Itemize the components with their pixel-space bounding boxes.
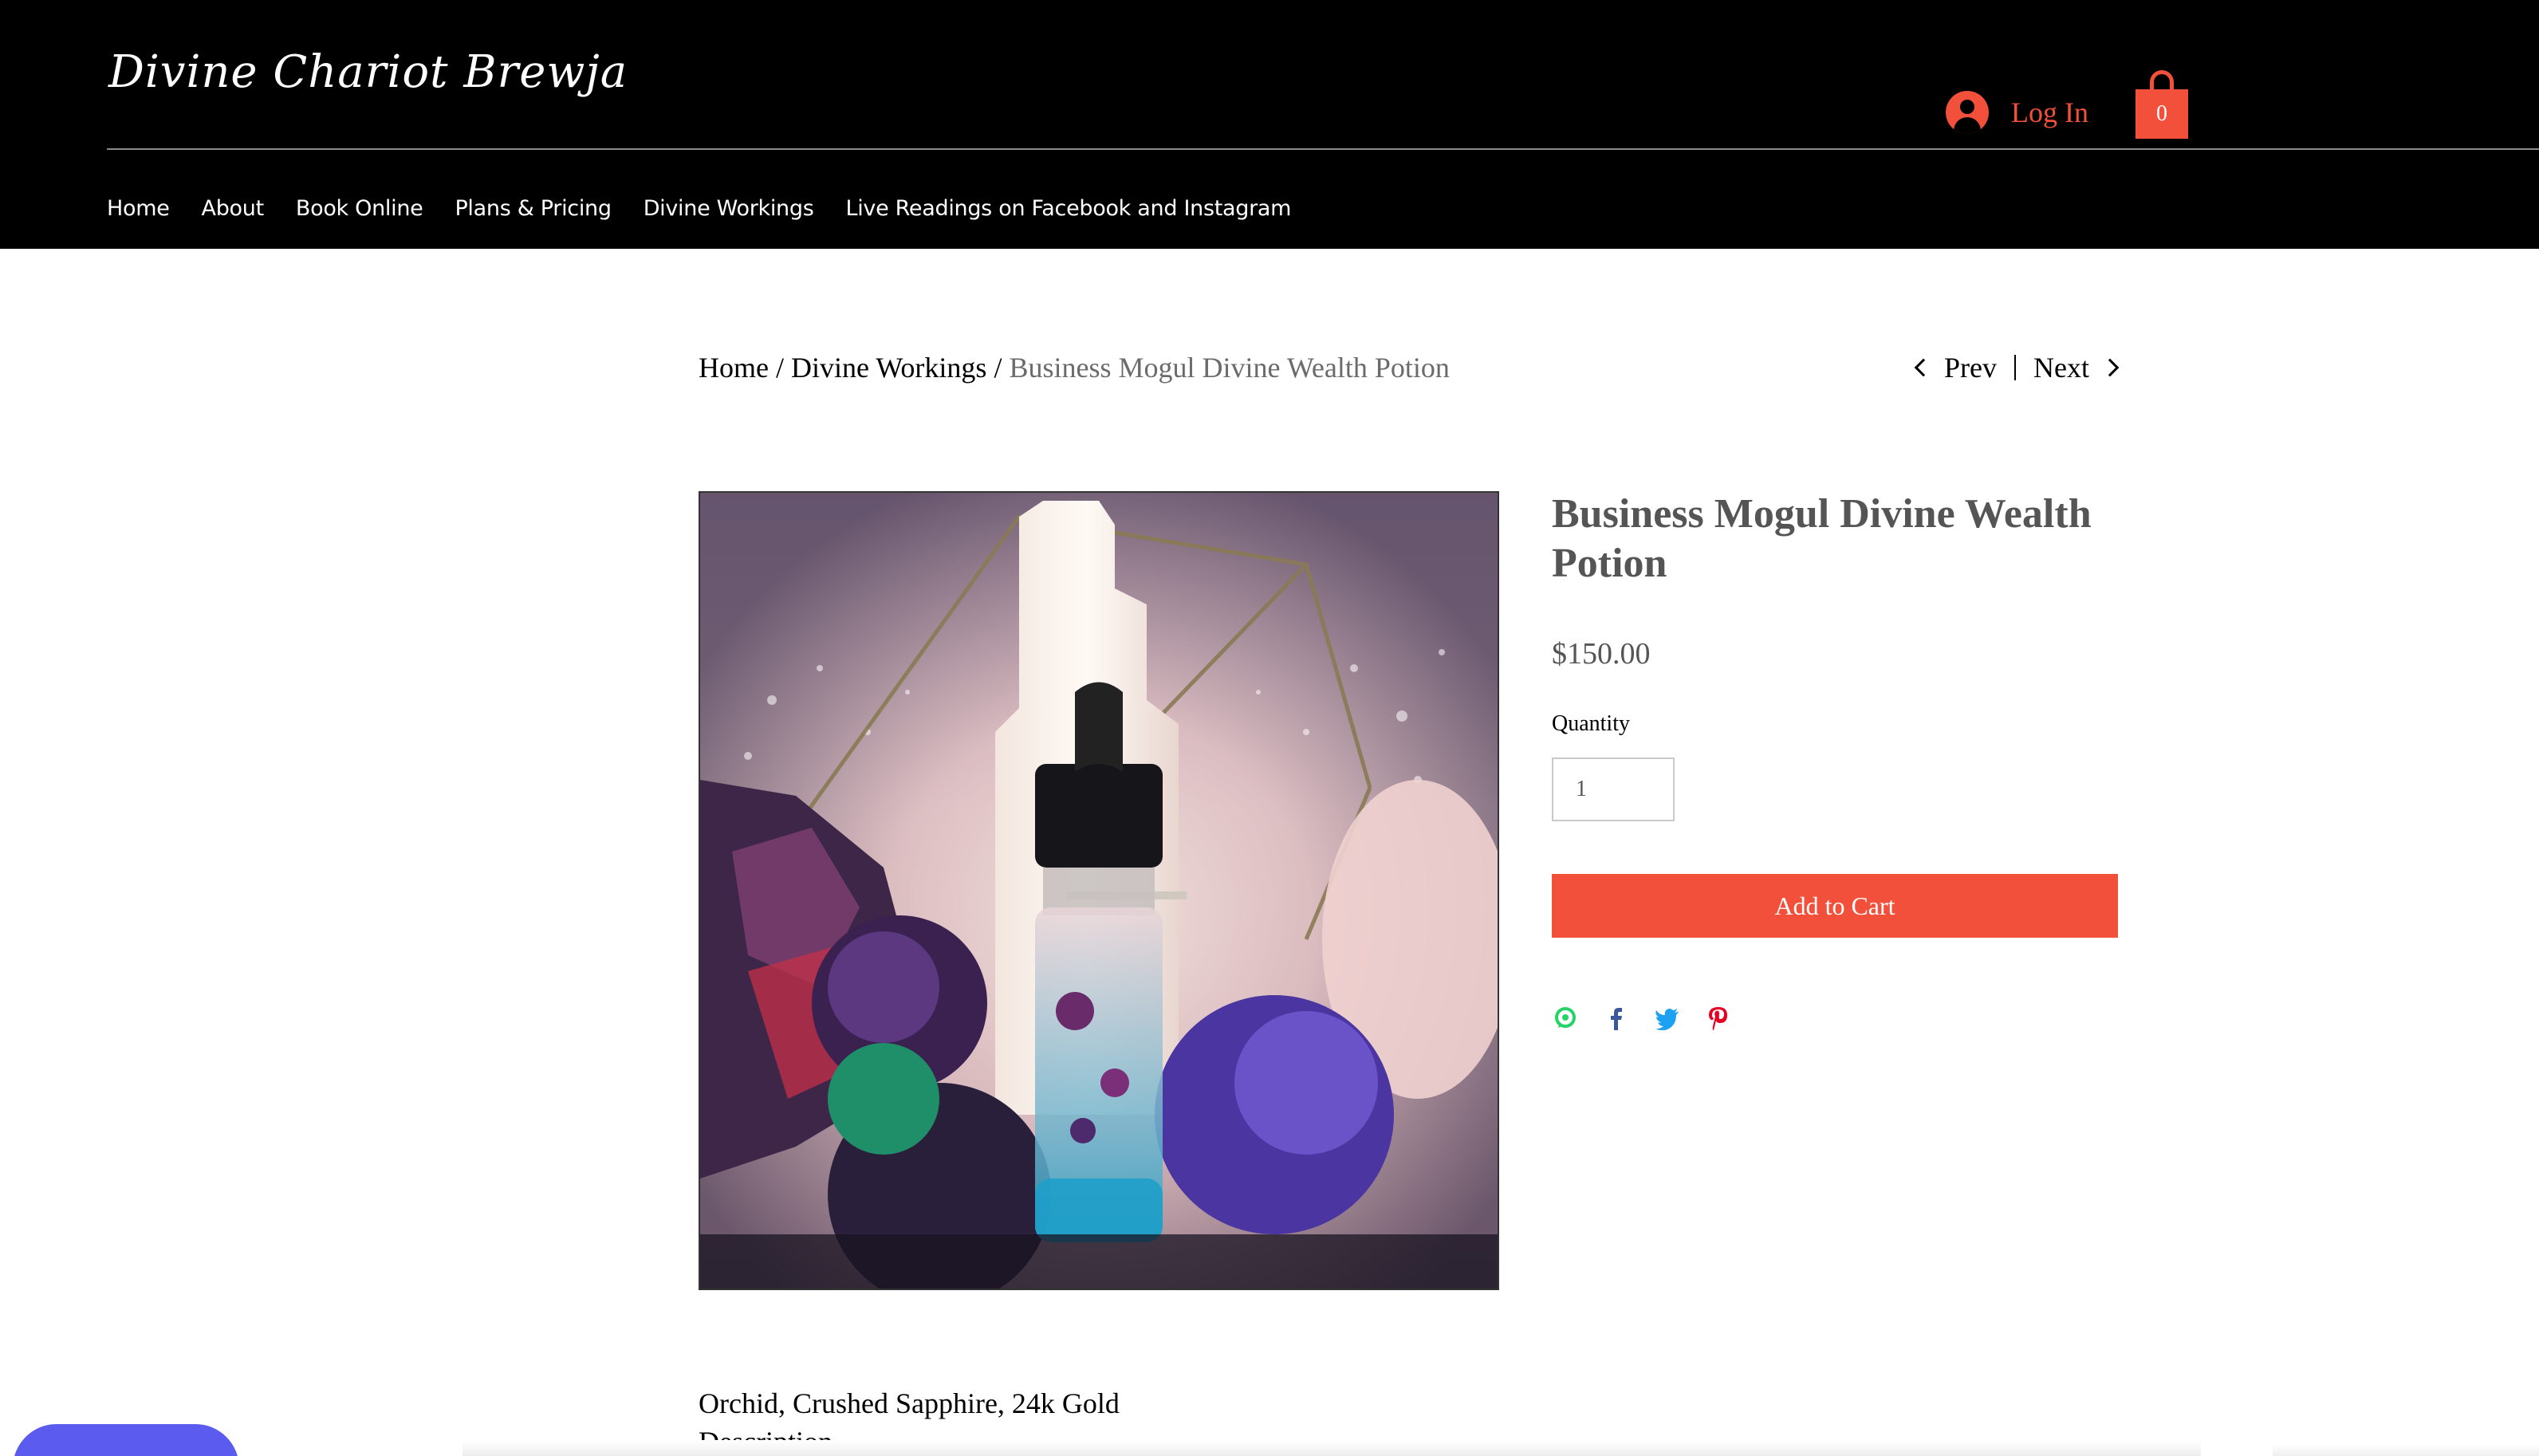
- next-button[interactable]: Next: [2033, 351, 2121, 384]
- whatsapp-icon[interactable]: [1552, 1005, 1579, 1032]
- share-bar: [1552, 1005, 1732, 1032]
- breadcrumb-divine-workings[interactable]: Divine Workings: [791, 352, 986, 384]
- nav-item-about[interactable]: About: [202, 196, 265, 221]
- prev-label: Prev: [1944, 352, 1997, 384]
- bottom-panel-shadow: [463, 1440, 2201, 1456]
- nav-item-book-online[interactable]: Book Online: [296, 196, 423, 221]
- main-nav: Home About Book Online Plans & Pricing D…: [107, 196, 1291, 221]
- cart-count: 0: [2156, 101, 2167, 126]
- breadcrumb-current: Business Mogul Divine Wealth Potion: [1009, 352, 1450, 384]
- next-label: Next: [2033, 352, 2089, 384]
- login-label: Log In: [2011, 96, 2088, 128]
- breadcrumb-separator: /: [994, 352, 1010, 384]
- nav-item-live-readings[interactable]: Live Readings on Facebook and Instagram: [845, 196, 1291, 221]
- description-line: Orchid, Crushed Sapphire, 24k Gold: [699, 1387, 1120, 1419]
- breadcrumb: Home / Divine Workings / Business Mogul …: [699, 351, 1450, 384]
- twitter-icon[interactable]: [1654, 1005, 1681, 1032]
- add-to-cart-button[interactable]: Add to Cart: [1552, 874, 2118, 938]
- product-title: Business Mogul Divine Wealth Potion: [1552, 491, 2092, 586]
- prev-button[interactable]: Prev: [1912, 351, 1997, 384]
- site-logo[interactable]: Divine Chariot Brewja: [108, 46, 628, 98]
- product-photo: [700, 493, 1498, 1289]
- cart-button[interactable]: 0: [2136, 69, 2188, 139]
- product-price: $150.00: [1552, 637, 1651, 671]
- nav-item-divine-workings[interactable]: Divine Workings: [644, 196, 814, 221]
- nav-item-home[interactable]: Home: [107, 196, 170, 221]
- breadcrumb-separator: /: [775, 352, 791, 384]
- chevron-left-icon: [1914, 358, 1933, 377]
- chat-widget-button[interactable]: [13, 1424, 239, 1456]
- nav-item-plans-pricing[interactable]: Plans & Pricing: [455, 196, 612, 221]
- chevron-right-icon: [2100, 358, 2120, 377]
- login-button[interactable]: Log In: [1946, 86, 2088, 139]
- header-divider: [107, 148, 2539, 150]
- facebook-icon[interactable]: [1603, 1005, 1630, 1032]
- quantity-label: Quantity: [1552, 711, 1630, 736]
- product-pager: Prev Next: [1912, 351, 2121, 384]
- pager-divider: [2014, 355, 2016, 380]
- bottom-panel-shadow: [2273, 1445, 2539, 1456]
- user-avatar-icon: [1946, 91, 1989, 134]
- product-image[interactable]: [699, 491, 1499, 1290]
- pinterest-icon[interactable]: [1705, 1005, 1732, 1032]
- quantity-input[interactable]: [1552, 758, 1675, 821]
- breadcrumb-home[interactable]: Home: [699, 352, 769, 384]
- site-header: Divine Chariot Brewja Log In 0 Home Abou…: [0, 0, 2539, 249]
